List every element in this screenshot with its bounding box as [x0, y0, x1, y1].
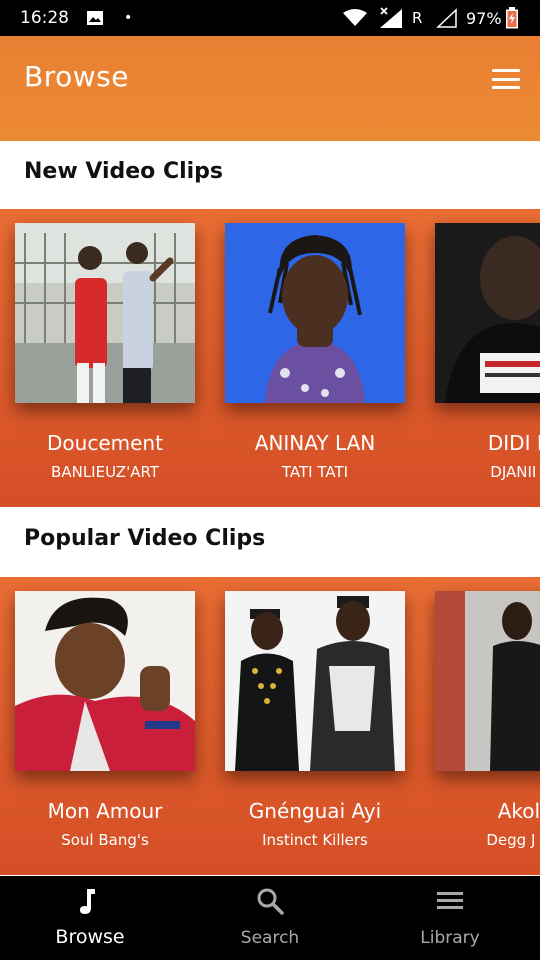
hamburger-icon	[492, 69, 520, 72]
video-thumbnail[interactable]	[435, 591, 540, 771]
hamburger-icon-line	[492, 77, 520, 81]
section-title: New Video Clips	[24, 159, 224, 184]
page-title: Browse	[24, 60, 129, 93]
app-bar: Browse	[0, 36, 540, 141]
video-title: ANINAY LAN	[254, 431, 376, 455]
library-icon	[435, 886, 465, 916]
video-thumbnail[interactable]	[15, 591, 195, 771]
section-header-new-video-clips: New Video Clips	[0, 141, 540, 209]
nav-label: Library	[420, 928, 480, 948]
hamburger-menu-button[interactable]	[486, 64, 526, 94]
video-thumbnail[interactable]	[435, 223, 540, 403]
video-thumbnail[interactable]	[15, 223, 195, 403]
hamburger-icon-line	[492, 86, 520, 89]
signal-icon	[378, 0, 404, 36]
new-video-clips-carousel[interactable]: Doucement BANLIEUZ'ART ANINAY LAN TATI T…	[0, 209, 540, 507]
nav-item-search[interactable]: Search	[180, 876, 360, 960]
signal-icon	[436, 0, 458, 36]
video-title: Gnénguai Ayi	[248, 799, 382, 823]
nav-item-browse[interactable]: Browse	[0, 876, 180, 960]
video-artist: DJANII AL	[490, 463, 540, 481]
wifi-icon	[343, 0, 367, 36]
popular-video-clips-carousel[interactable]: Mon Amour Soul Bang's Gnénguai Ayi Insti…	[0, 577, 540, 875]
video-artist: Instinct Killers	[262, 831, 368, 849]
music-note-icon	[75, 886, 105, 916]
video-title: DIDI LA	[487, 431, 540, 455]
battery-percent: 97%	[466, 8, 502, 28]
notification-dot: •	[124, 10, 133, 26]
video-artist: Degg J For	[486, 831, 540, 849]
video-title: Doucement	[47, 431, 163, 455]
image-notification-icon	[86, 0, 104, 36]
video-artist: TATI TATI	[281, 463, 349, 481]
video-thumbnail[interactable]	[225, 591, 405, 771]
nav-item-library[interactable]: Library	[360, 876, 540, 960]
video-artist: BANLIEUZ'ART	[51, 463, 159, 481]
bottom-navigation: Browse Search Library	[0, 876, 540, 960]
nav-label: Search	[240, 928, 300, 948]
status-bar: 16:28 • R 97%	[0, 0, 540, 36]
roaming-indicator: R	[412, 9, 423, 27]
video-title: Akolo	[497, 799, 540, 823]
section-header-popular-video-clips: Popular Video Clips	[0, 508, 540, 576]
video-thumbnail[interactable]	[225, 223, 405, 403]
section-title: Popular Video Clips	[24, 526, 266, 551]
status-time: 16:28	[20, 8, 69, 28]
video-title: Mon Amour	[47, 799, 163, 823]
search-icon	[255, 886, 285, 916]
battery-icon	[505, 0, 519, 36]
nav-label: Browse	[55, 926, 125, 948]
video-artist: Soul Bang's	[61, 831, 149, 849]
